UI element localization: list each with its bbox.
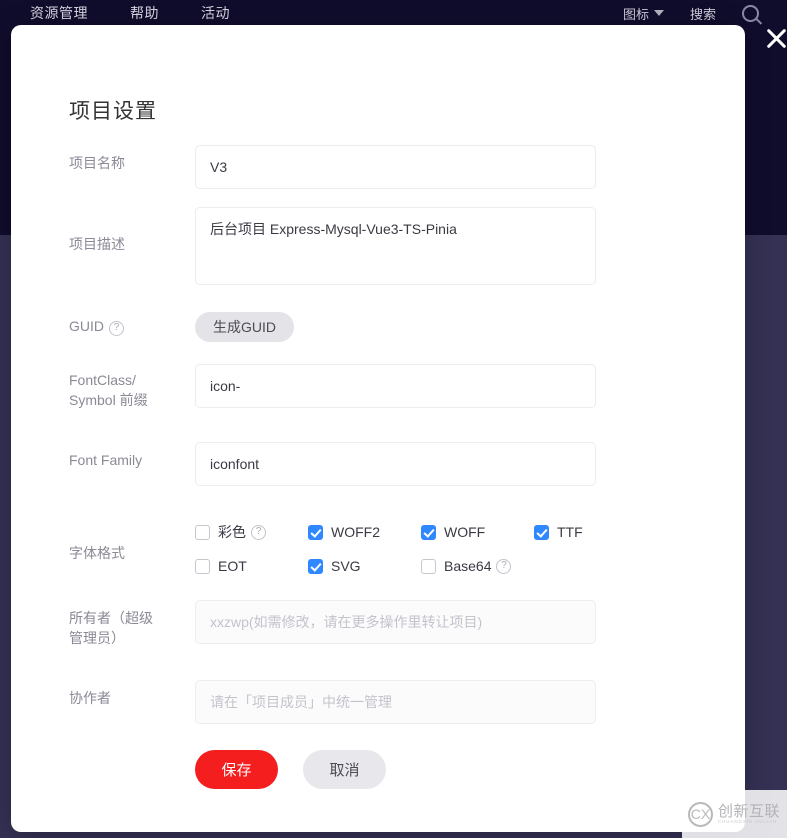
field-row-owner: 所有者（超级 管理员） — [69, 600, 689, 648]
checkbox-base64[interactable]: Base64 ? — [421, 558, 534, 574]
screen: 资源管理 帮助 活动 图标 搜索 项目设置 项目名称 项目描述 — [0, 0, 787, 838]
close-icon[interactable] — [762, 24, 787, 52]
label-guid: GUID? — [69, 308, 195, 336]
checkbox-label-woff2: WOFF2 — [331, 524, 380, 540]
label-project-description: 项目描述 — [69, 236, 125, 252]
owner-input[interactable] — [195, 600, 596, 644]
label-collaborators: 协作者 — [69, 690, 111, 706]
checkbox-box-eot — [195, 558, 210, 574]
checkbox-woff2[interactable]: WOFF2 — [308, 522, 421, 542]
label-prefix: FontClass/ Symbol 前缀 — [69, 364, 195, 410]
field-row-font-formats: 字体格式 彩色 ? WOFF2 WOFF TTF EOT SVG Base64 … — [69, 516, 689, 574]
prefix-input[interactable] — [195, 364, 596, 408]
field-row-font-family: Font Family — [69, 442, 689, 486]
field-row-project-description: 项目描述 — [69, 207, 689, 290]
nav-item-help[interactable]: 帮助 — [130, 3, 159, 23]
help-icon[interactable]: ? — [109, 320, 124, 336]
label-owner-line2: 管理员） — [69, 630, 125, 646]
page-title: 项目设置 — [69, 100, 157, 123]
label-owner: 所有者（超级 管理员） — [69, 600, 195, 648]
watermark-name-cn: 创新互联 — [718, 802, 781, 820]
checkbox-label-color: 彩色 — [218, 524, 246, 540]
nav-item-search-label[interactable]: 搜索 — [690, 4, 716, 23]
field-row-collaborators: 协作者 — [69, 680, 689, 724]
nav-search-label: 搜索 — [689, 6, 716, 22]
checkbox-woff[interactable]: WOFF — [421, 522, 534, 542]
watermark-logo-icon: CX — [688, 801, 713, 827]
field-row-prefix: FontClass/ Symbol 前缀 — [69, 364, 689, 410]
checkbox-label-svg: SVG — [331, 558, 361, 574]
checkbox-box-svg — [308, 558, 323, 574]
checkbox-eot[interactable]: EOT — [195, 558, 308, 574]
label-font-family: Font Family — [69, 452, 143, 468]
search-icon[interactable] — [742, 4, 759, 22]
generate-guid-button[interactable]: 生成GUID — [195, 312, 294, 342]
field-row-project-name: 项目名称 — [69, 145, 689, 189]
checkbox-ttf[interactable]: TTF — [534, 522, 644, 542]
help-icon[interactable]: ? — [251, 524, 266, 540]
checkbox-box-base64 — [421, 558, 436, 574]
watermark: CX 创新互联 CHUANGXIN HULIAN — [682, 790, 787, 838]
label-project-name: 项目名称 — [69, 155, 125, 171]
field-row-guid: GUID? 生成GUID — [69, 308, 689, 342]
checkbox-color[interactable]: 彩色 ? — [195, 522, 308, 542]
label-owner-line1: 所有者（超级 — [69, 610, 153, 626]
label-guid-text: GUID — [69, 318, 104, 334]
font-family-input[interactable] — [195, 442, 596, 486]
checkbox-box-woff — [421, 524, 436, 540]
save-button[interactable]: 保存 — [195, 750, 278, 789]
background-navbar-right: 图标 搜索 — [623, 0, 777, 26]
font-format-checkbox-group: 彩色 ? WOFF2 WOFF TTF EOT SVG Base64 ? — [195, 516, 689, 574]
cancel-button[interactable]: 取消 — [303, 750, 386, 789]
checkbox-label-woff: WOFF — [444, 524, 486, 540]
dialog-actions: 保存 取消 — [195, 750, 689, 789]
checkbox-label-base64: Base64 — [444, 558, 492, 574]
label-font-formats: 字体格式 — [69, 545, 125, 561]
checkbox-svg[interactable]: SVG — [308, 558, 421, 574]
watermark-name-en: CHUANGXIN HULIAN — [718, 818, 778, 824]
label-prefix-line2: Symbol 前缀 — [69, 392, 148, 408]
project-settings-form: 项目名称 项目描述 GUID? 生成GUID — [69, 145, 689, 789]
project-description-textarea[interactable] — [195, 207, 596, 285]
nav-dropdown-icons[interactable]: 图标 — [623, 4, 664, 23]
collaborators-input[interactable] — [195, 680, 596, 724]
label-prefix-line1: FontClass/ — [69, 372, 136, 388]
help-icon[interactable]: ? — [496, 558, 512, 574]
nav-dropdown-icons-label: 图标 — [622, 6, 649, 22]
project-settings-dialog: 项目设置 项目名称 项目描述 GUID? — [11, 25, 745, 832]
checkbox-box-woff2 — [308, 524, 323, 540]
checkbox-box-ttf — [534, 524, 549, 540]
project-name-input[interactable] — [195, 145, 596, 189]
checkbox-label-ttf: TTF — [557, 524, 583, 540]
chevron-down-icon — [653, 10, 664, 16]
nav-item-activity[interactable]: 活动 — [201, 3, 230, 23]
checkbox-label-eot: EOT — [218, 558, 247, 574]
checkbox-box-color — [195, 524, 210, 540]
nav-item-resources[interactable]: 资源管理 — [30, 3, 88, 23]
